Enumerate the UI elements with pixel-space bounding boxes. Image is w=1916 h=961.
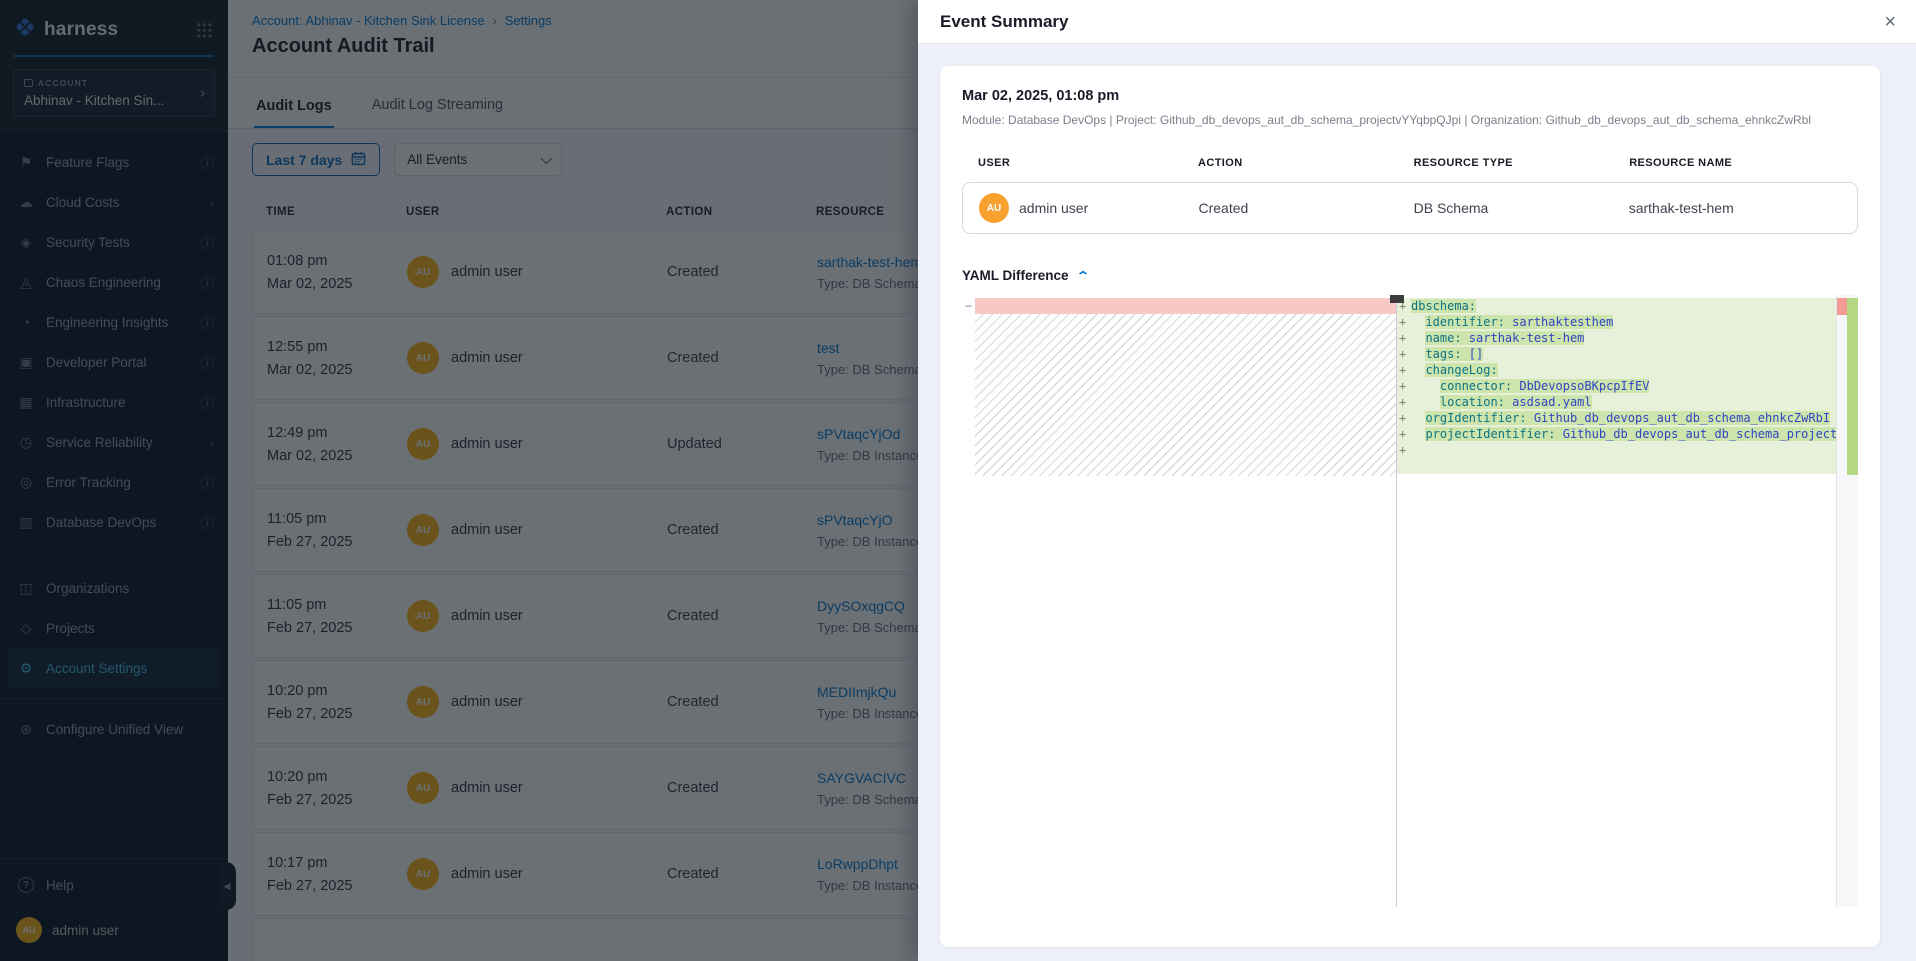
diff-overview-ruler[interactable] (1836, 295, 1858, 907)
added-line-marker: + (1399, 394, 1406, 410)
close-icon[interactable]: × (1884, 12, 1896, 32)
diff-added-line: + changeLog: (1397, 362, 1836, 378)
yaml-value: [] (1462, 347, 1484, 361)
yaml-key: name: (1425, 331, 1461, 345)
diff-added-block: +dbschema:+ identifier: sarthaktesthem+ … (1397, 298, 1836, 474)
column-header-user: USER (978, 157, 1198, 169)
added-line-marker: + (1399, 330, 1406, 346)
added-line-marker: + (1399, 426, 1406, 442)
diff-pane-original: − (962, 295, 1397, 907)
added-line-marker: + (1399, 410, 1406, 426)
drawer-header: Event Summary × (918, 0, 1916, 44)
yaml-diff-editor[interactable]: − +dbschema:+ identifier: sarthaktesthem… (962, 295, 1858, 907)
added-line-marker: + (1399, 314, 1406, 330)
summary-action: Created (1199, 200, 1414, 216)
diff-pane-modified: +dbschema:+ identifier: sarthaktesthem+ … (1397, 295, 1836, 907)
drawer-body: Mar 02, 2025, 01:08 pm Module: Database … (918, 44, 1916, 961)
yaml-key: location: (1440, 395, 1505, 409)
column-header-action: ACTION (1198, 157, 1414, 169)
yaml-key: orgIdentifier: (1425, 411, 1526, 425)
summary-resource-name: sarthak-test-hem (1629, 200, 1857, 216)
yaml-key: projectIdentifier: (1425, 427, 1555, 441)
diff-splitter-handle[interactable] (1390, 295, 1404, 303)
added-line-marker: + (1399, 362, 1406, 378)
added-line-marker: + (1399, 378, 1406, 394)
yaml-value: DbDevopsoBKpcpIfEV (1512, 379, 1649, 393)
yaml-key: connector: (1440, 379, 1512, 393)
event-summary-drawer: Event Summary × Mar 02, 2025, 01:08 pm M… (918, 0, 1916, 961)
app-root: harness ACCOUNT Abhinav - Kitchen Sin...… (0, 0, 1916, 961)
summary-resource-type: DB Schema (1414, 200, 1629, 216)
diff-added-line: + identifier: sarthaktesthem (1397, 314, 1836, 330)
avatar: AU (979, 193, 1009, 223)
diff-removed-line (975, 298, 1396, 314)
yaml-value: sarthaktesthem (1505, 315, 1613, 329)
removed-line-marker: − (962, 298, 975, 314)
yaml-value: Github_db_devops_aut_db_schema_projectvY… (1556, 427, 1837, 441)
diff-added-line: + name: sarthak-test-hem (1397, 330, 1836, 346)
chevron-up-icon: ⌃ (1076, 269, 1090, 283)
event-meta: Module: Database DevOps | Project: Githu… (962, 113, 1858, 127)
yaml-value: sarthak-test-hem (1462, 331, 1585, 345)
added-line-marker: + (1399, 346, 1406, 362)
diff-added-line: + orgIdentifier: Github_db_devops_aut_db… (1397, 410, 1836, 426)
ruler-added-marker (1847, 298, 1858, 475)
yaml-key: tags: (1425, 347, 1461, 361)
diff-added-line: + projectIdentifier: Github_db_devops_au… (1397, 426, 1836, 442)
diff-empty-hatch (975, 314, 1396, 476)
event-timestamp: Mar 02, 2025, 01:08 pm (962, 88, 1858, 104)
diff-added-line: + location: asdsad.yaml (1397, 394, 1836, 410)
diff-added-line: + tags: [] (1397, 346, 1836, 362)
yaml-key: changeLog: (1425, 363, 1497, 377)
yaml-key: dbschema: (1411, 299, 1476, 313)
column-header-resource-type: RESOURCE TYPE (1414, 157, 1630, 169)
yaml-value: asdsad.yaml (1505, 395, 1592, 409)
added-line-marker: + (1399, 442, 1406, 458)
drawer-title: Event Summary (940, 12, 1069, 32)
modal-overlay[interactable] (0, 0, 918, 961)
summary-user: admin user (1019, 200, 1088, 216)
yaml-value: Github_db_devops_aut_db_schema_ehnkcZwRb… (1527, 411, 1830, 425)
diff-added-line: +dbschema: (1397, 298, 1836, 314)
yaml-difference-toggle[interactable]: YAML Difference ⌃ (962, 268, 1858, 283)
summary-table-row: AU admin user Created DB Schema sarthak-… (962, 182, 1858, 234)
summary-table-header: USERACTIONRESOURCE TYPERESOURCE NAME (962, 157, 1858, 169)
yaml-key: identifier: (1425, 315, 1504, 329)
diff-added-line: + connector: DbDevopsoBKpcpIfEV (1397, 378, 1836, 394)
column-header-resource-name: RESOURCE NAME (1629, 157, 1858, 169)
diff-added-line: + (1397, 442, 1836, 458)
event-card: Mar 02, 2025, 01:08 pm Module: Database … (940, 66, 1880, 947)
